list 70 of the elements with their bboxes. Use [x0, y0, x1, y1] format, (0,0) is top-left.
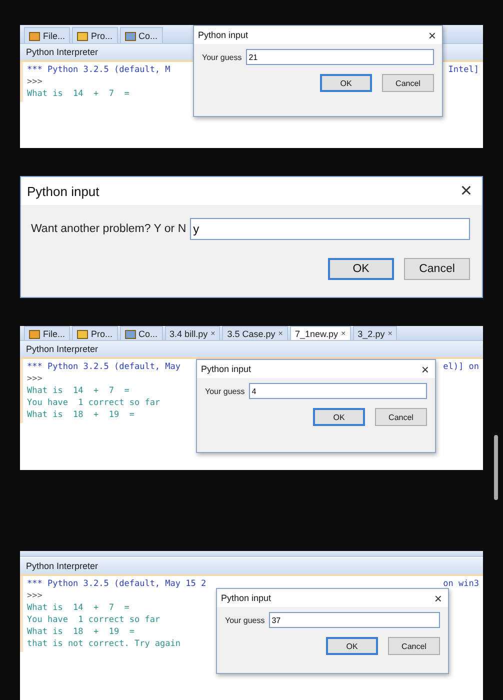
console-line: What is 14 + 7 = — [27, 385, 130, 397]
tab[interactable]: 3.5 Case.py × — [222, 326, 288, 340]
input-field[interactable]: 21 — [246, 49, 434, 65]
dialog-title: Python input — [27, 184, 100, 198]
tab-label: File... — [43, 30, 66, 40]
console-line: >>> — [27, 76, 42, 88]
tab[interactable]: Co... — [120, 27, 163, 43]
tab[interactable]: 3_2.py × — [352, 326, 398, 340]
tab[interactable]: 7_1new.py × — [290, 326, 351, 340]
console-line: el)] on — [443, 361, 479, 373]
dialog-title: Python input — [198, 30, 248, 40]
ok-button[interactable]: OK — [328, 258, 394, 280]
tab-label: Pro... — [91, 328, 113, 338]
field-label: Want another problem? Y or N — [31, 223, 186, 235]
console-line: What is 18 + 19 = — [27, 409, 134, 421]
tab-label: 3.4 bill.py — [170, 328, 208, 338]
cancel-button[interactable]: Cancel — [388, 637, 440, 655]
cancel-button[interactable]: Cancel — [375, 408, 427, 426]
tab-label: 3_2.py — [358, 328, 385, 338]
console-line: *** Python 3.2.5 (default, May — [27, 361, 181, 373]
tab-close-button[interactable]: × — [341, 329, 346, 338]
field-label: Your guess — [225, 616, 265, 624]
close-button[interactable]: × — [460, 180, 472, 202]
scrollbar-thumb[interactable] — [494, 435, 498, 500]
tab-label: Co... — [138, 30, 158, 40]
close-button[interactable]: × — [434, 590, 442, 606]
tab-close-button[interactable]: × — [388, 329, 392, 338]
input-field[interactable]: y — [190, 218, 470, 240]
console-line: >>> — [27, 373, 42, 385]
tab-label: Co... — [138, 328, 158, 338]
console-line: *** Python 3.2.5 (default, May 15 2 — [27, 578, 206, 590]
console-line: You have 1 correct so far — [27, 397, 160, 409]
ok-button[interactable]: OK — [313, 408, 365, 426]
close-button[interactable]: × — [421, 362, 429, 376]
cancel-button[interactable]: Cancel — [404, 258, 470, 280]
tab-label: Pro... — [91, 30, 113, 40]
field-label: Your guess — [205, 386, 245, 396]
console-line: >>> — [27, 590, 42, 602]
input-field[interactable]: 4 — [248, 383, 427, 399]
tab[interactable]: File... — [24, 27, 70, 43]
tab-close-button[interactable]: × — [278, 329, 283, 338]
input-field[interactable]: 37 — [268, 612, 440, 628]
console-line: What is 14 + 7 = — [27, 88, 130, 100]
tab-label: 3.5 Case.py — [227, 328, 276, 338]
console-line: What is 14 + 7 = — [27, 602, 130, 614]
window-icon — [124, 30, 136, 40]
tab[interactable]: File... — [24, 326, 70, 340]
console-line: What is 18 + 19 = — [27, 626, 134, 638]
ok-button[interactable]: OK — [326, 637, 378, 655]
console-line: You have 1 correct so far — [27, 614, 160, 626]
window-icon — [124, 328, 136, 338]
tab[interactable]: Pro... — [72, 326, 118, 340]
console-line: Intel] — [448, 64, 479, 76]
console-line: on win3 — [443, 578, 479, 590]
tab[interactable]: Pro... — [72, 27, 118, 43]
tab[interactable]: 3.4 bill.py × — [164, 326, 220, 340]
dialog-title: Python input — [201, 364, 252, 374]
dialog-title: Python input — [221, 593, 272, 603]
tab[interactable]: Co... — [120, 326, 163, 340]
console-line: that is not correct. Try again — [27, 638, 181, 650]
pane-title: Python Interpreter — [20, 341, 483, 359]
cancel-button[interactable]: Cancel — [382, 74, 434, 92]
ok-button[interactable]: OK — [320, 74, 372, 92]
field-label: Your guess — [202, 52, 242, 62]
tab-close-button[interactable]: × — [210, 329, 216, 338]
tab-label: File... — [43, 328, 66, 338]
tab-label: 7_1new.py — [294, 328, 338, 338]
close-button[interactable]: × — [428, 28, 436, 42]
console-line: *** Python 3.2.5 (default, M — [27, 64, 170, 76]
pane-title: Python Interpreter — [20, 558, 483, 576]
